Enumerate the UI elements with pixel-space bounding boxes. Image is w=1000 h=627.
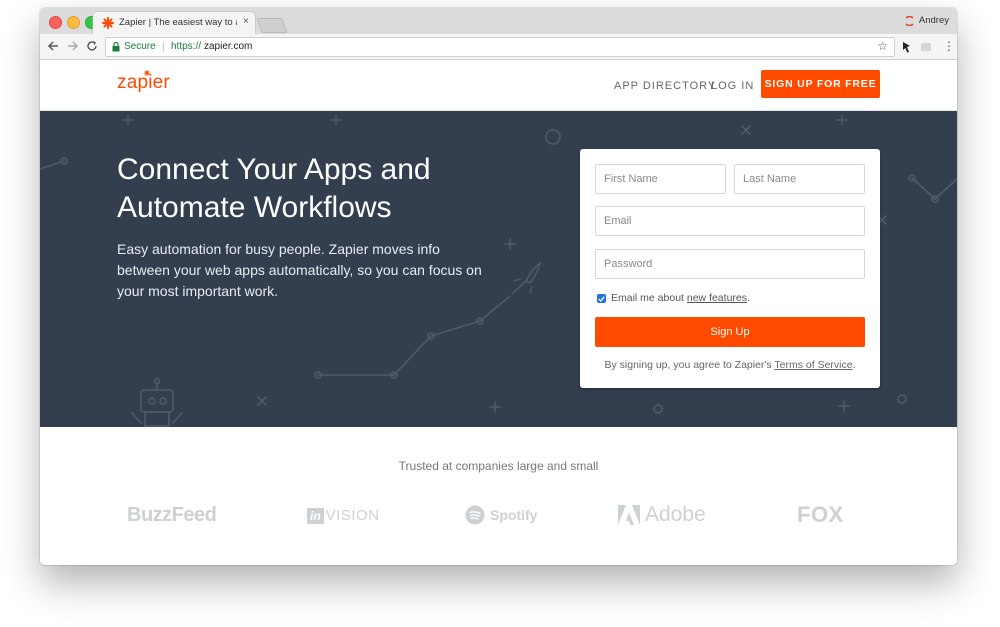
nav-app-directory[interactable]: APP DIRECTORY bbox=[614, 80, 716, 92]
new-tab-button[interactable] bbox=[256, 18, 288, 33]
bookmark-star-icon[interactable]: ☆ bbox=[877, 39, 888, 53]
adobe-icon bbox=[618, 505, 640, 525]
spotify-icon bbox=[465, 505, 485, 525]
browser-toolbar: Secure | https:// zapier.com ☆ ⋮ bbox=[40, 34, 957, 60]
terms-of-service-link[interactable]: Terms of Service bbox=[774, 359, 852, 371]
cast-icon[interactable] bbox=[920, 40, 932, 58]
hero-title: Connect Your Apps and Automate Workflows bbox=[117, 153, 431, 224]
invision-logo: in VISION bbox=[307, 507, 380, 524]
trusted-section: Trusted at companies large and small Buz… bbox=[40, 428, 957, 565]
sign-up-button[interactable]: Sign Up bbox=[595, 317, 865, 347]
browser-tab[interactable]: Zapier | The easiest way to aut × bbox=[93, 12, 255, 34]
menu-dots-icon[interactable]: ⋮ bbox=[943, 40, 955, 52]
invision-in: in bbox=[307, 507, 324, 524]
extension-icon[interactable] bbox=[902, 40, 914, 58]
browser-window: Zapier | The easiest way to aut × Andrey bbox=[40, 8, 957, 565]
address-bar[interactable]: Secure | https:// zapier.com ☆ bbox=[105, 37, 895, 57]
nav-log-in[interactable]: LOG IN bbox=[711, 80, 754, 92]
opt-in-prefix: Email me about bbox=[611, 292, 687, 304]
new-features-link[interactable]: new features bbox=[687, 292, 747, 304]
terms-prefix: By signing up, you agree to Zapier's bbox=[604, 359, 775, 371]
terms-suffix: . bbox=[852, 359, 856, 371]
last-name-input[interactable] bbox=[734, 164, 865, 194]
reload-icon bbox=[87, 41, 97, 51]
email-opt-in-label: Email me about new features. bbox=[611, 292, 750, 304]
spotify-logo: Spotify bbox=[465, 505, 537, 525]
checkmark-icon bbox=[598, 295, 605, 302]
fox-logo: FOX bbox=[797, 502, 844, 527]
url-scheme: https:// bbox=[171, 41, 202, 52]
secure-label: Secure bbox=[124, 41, 156, 52]
forward-arrow-icon bbox=[68, 41, 78, 51]
logo-star-icon bbox=[144, 70, 150, 76]
buzzfeed-logo: BuzzFeed bbox=[127, 504, 217, 526]
reload-button[interactable] bbox=[85, 39, 99, 53]
tab-strip: Zapier | The easiest way to aut × Andrey bbox=[40, 8, 957, 34]
invision-text: VISION bbox=[325, 507, 380, 524]
site-header: zapier APP DIRECTORY LOG IN SIGN UP FOR … bbox=[40, 60, 957, 111]
hero-description: Easy automation for busy people. Zapier … bbox=[117, 241, 482, 299]
url-separator: | bbox=[162, 42, 165, 53]
profile-button[interactable]: Andrey bbox=[904, 15, 949, 26]
tab-title: Zapier | The easiest way to aut bbox=[119, 17, 237, 28]
hero-section: Connect Your Apps and Automate Workflows… bbox=[40, 111, 957, 427]
zapier-favicon-icon bbox=[102, 17, 114, 29]
profile-icon bbox=[905, 15, 914, 26]
adobe-logo: Adobe bbox=[618, 503, 706, 527]
password-input[interactable] bbox=[595, 249, 865, 279]
terms-notice: By signing up, you agree to Zapier's Ter… bbox=[580, 359, 880, 371]
close-window-button[interactable] bbox=[49, 16, 62, 29]
url-host: zapier.com bbox=[204, 41, 253, 52]
forward-button[interactable] bbox=[66, 39, 80, 53]
email-input[interactable] bbox=[595, 206, 865, 236]
adobe-text: Adobe bbox=[645, 503, 706, 526]
trusted-title: Trusted at companies large and small bbox=[398, 459, 599, 473]
profile-name: Andrey bbox=[918, 15, 949, 26]
signup-card: Email me about new features. Sign Up By … bbox=[580, 149, 880, 388]
email-opt-in-checkbox[interactable] bbox=[597, 294, 606, 303]
lock-icon bbox=[112, 42, 120, 52]
spotify-text: Spotify bbox=[490, 507, 538, 523]
sign-up-for-free-button[interactable]: SIGN UP FOR FREE bbox=[761, 70, 880, 98]
minimize-window-button[interactable] bbox=[67, 16, 80, 29]
opt-in-suffix: . bbox=[747, 292, 750, 304]
back-arrow-icon bbox=[48, 41, 58, 51]
tab-close-icon[interactable]: × bbox=[243, 16, 249, 27]
back-button[interactable] bbox=[46, 39, 60, 53]
first-name-input[interactable] bbox=[595, 164, 726, 194]
